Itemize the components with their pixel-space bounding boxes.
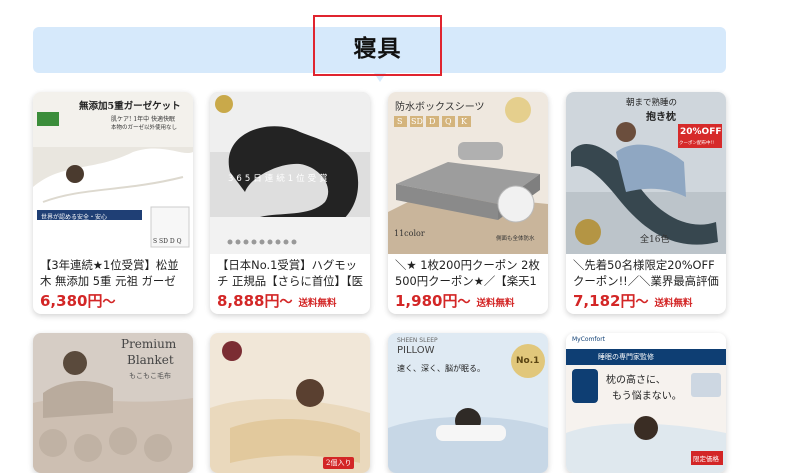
- price-tilde: ～: [457, 295, 471, 310]
- overlay-text: 肌ケア! 1年中 快適快眠: [111, 116, 176, 123]
- overlay-text: PILLOW: [397, 345, 435, 356]
- overlay-text: MyComfort: [572, 336, 606, 343]
- overlay-text: Blanket: [127, 353, 174, 367]
- product-image-1[interactable]: 無添加5重ガーゼケット 肌ケア! 1年中 快適快眠 本物のガーゼ以外使用なし 世…: [33, 92, 193, 254]
- overlay-text: D: [429, 117, 436, 126]
- price-tilde: ～: [102, 295, 116, 310]
- shipping-free-label: 送料無料: [476, 298, 515, 309]
- product-price: 7,182円: [573, 292, 636, 310]
- product-description[interactable]: 【日本No.1受賞】ハグモッチ 正規品【さらに首位】【医師…: [210, 254, 370, 290]
- overlay-text: 限定価格: [693, 455, 719, 463]
- product-image-8[interactable]: MyComfort 睡眠の専門家監修 枕の高さに、 もう悩まない。 限定価格: [566, 333, 726, 473]
- overlay-text: 防水ボックスシーツ: [395, 102, 485, 113]
- price-row: 7,182円 ～ 送料無料: [566, 290, 726, 311]
- overlay-text: 365日連続1位受賞: [228, 174, 331, 184]
- product-image-7[interactable]: SHEEN SLEEP PILLOW 速く、深く、脳が眠る。 No.1: [388, 333, 548, 473]
- overlay-text: Q: [445, 117, 452, 126]
- product-description[interactable]: ＼★ 1枚200円クーポン 2枚500円クーポン★／【楽天1位…: [388, 254, 548, 290]
- product-card-2[interactable]: 365日連続1位受賞 【日本No.1受賞】ハグモッチ 正規品【さらに首位】【医師…: [210, 92, 370, 314]
- product-description[interactable]: ＼先着50名様限定20%OFFクーポン!!／＼業界最高評価★…: [566, 254, 726, 290]
- overlay-text: もう悩まない。: [612, 391, 682, 402]
- overlay-text: 全16色: [640, 235, 670, 245]
- price-row: 6,380円 ～: [33, 290, 193, 311]
- price-row: 1,980円 ～ 送料無料: [388, 290, 548, 311]
- overlay-text: K: [461, 117, 467, 126]
- overlay-text: 2個入り: [323, 457, 355, 469]
- overlay-text: 枕の高さに、: [606, 375, 666, 386]
- product-image-4[interactable]: 朝まで熟睡の 抱き枕 20%OFF クーポン配布中!! 全16色: [566, 92, 726, 254]
- price-row: 8,888円 ～ 送料無料: [210, 290, 370, 311]
- overlay-text: 速く、深く、脳が眠る。: [397, 364, 485, 373]
- overlay-text: 11color: [394, 229, 425, 238]
- product-price: 1,980円: [395, 292, 458, 310]
- overlay-text: 側面も全体防水: [496, 236, 535, 242]
- product-image-5[interactable]: Premium Blanket もこもこ毛布: [33, 333, 193, 473]
- overlay-text: クーポン配布中!!: [679, 141, 715, 146]
- overlay-text: 20%OFF: [680, 127, 722, 137]
- shipping-free-label: 送料無料: [654, 298, 693, 309]
- overlay-text: Premium: [121, 337, 177, 351]
- price-tilde: ～: [279, 295, 293, 310]
- overlay-text: 睡眠の専門家監修: [598, 353, 654, 361]
- shipping-free-label: 送料無料: [298, 298, 337, 309]
- product-image-3[interactable]: 防水ボックスシーツ S SD D Q K 11color 側面も全体防水: [388, 92, 548, 254]
- product-card-3[interactable]: 防水ボックスシーツ S SD D Q K 11color 側面も全体防水 ＼★ …: [388, 92, 548, 314]
- overlay-text: SD: [411, 117, 423, 126]
- product-description[interactable]: 【3年連続★1位受賞】松並木 無添加 5重 元祖 ガーゼケッ…: [33, 254, 193, 290]
- product-card-5[interactable]: Premium Blanket もこもこ毛布: [33, 333, 193, 473]
- product-image-6[interactable]: 2個入り: [210, 333, 370, 473]
- overlay-text: 朝まで熟睡の: [626, 98, 678, 108]
- overlay-text: S: [397, 117, 403, 126]
- size-list: S SD D Q: [153, 238, 182, 245]
- product-card-6[interactable]: 2個入り: [210, 333, 370, 473]
- overlay-text: 世界が認める安全・安心: [41, 214, 108, 221]
- overlay-text: No.1: [516, 356, 540, 366]
- product-image-2[interactable]: 365日連続1位受賞: [210, 92, 370, 254]
- section-title: 寝具: [313, 15, 442, 76]
- product-price: 6,380円: [40, 292, 103, 310]
- overlay-text: もこもこ毛布: [129, 372, 171, 380]
- product-card-1[interactable]: 無添加5重ガーゼケット 肌ケア! 1年中 快適快眠 本物のガーゼ以外使用なし 世…: [33, 92, 193, 314]
- overlay-text: 無添加5重ガーゼケット: [79, 101, 181, 112]
- product-card-7[interactable]: SHEEN SLEEP PILLOW 速く、深く、脳が眠る。 No.1: [388, 333, 548, 473]
- product-price: 8,888円: [217, 292, 280, 310]
- overlay-text: 抱き枕: [646, 112, 676, 123]
- price-tilde: ～: [635, 295, 649, 310]
- overlay-text: 本物のガーゼ以外使用なし: [111, 125, 178, 131]
- overlay-text: SHEEN SLEEP: [397, 337, 438, 344]
- product-card-4[interactable]: 朝まで熟睡の 抱き枕 20%OFF クーポン配布中!! 全16色 ＼先着50名様…: [566, 92, 726, 314]
- product-card-8[interactable]: MyComfort 睡眠の専門家監修 枕の高さに、 もう悩まない。 限定価格: [566, 333, 726, 473]
